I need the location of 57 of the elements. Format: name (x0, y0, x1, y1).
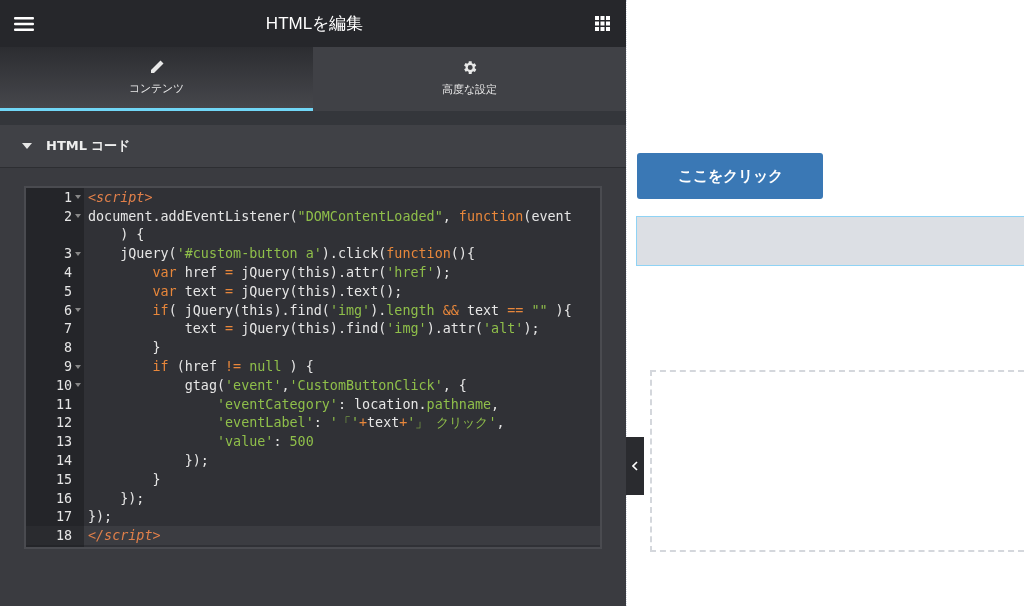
code-line: gtag('event','CustomButtonClick', { (183, 377, 467, 393)
fold-icon[interactable] (75, 364, 81, 369)
line-number: 16 (55, 490, 72, 506)
menu-icon[interactable] (14, 15, 34, 32)
grid-icon[interactable] (595, 16, 610, 31)
code-line: </script> (87, 528, 161, 544)
click-button[interactable]: ここをクリック (637, 153, 823, 199)
section-header[interactable]: HTML コード (0, 125, 626, 168)
code-line: }); (183, 453, 209, 469)
code-line: document.addEventListener("DOMContentLoaded", function(event (87, 208, 572, 224)
code-line: 'eventLabel': '「'+text+'」 クリック', (216, 413, 505, 432)
code-line: var text = jQuery(this).text(); (151, 283, 403, 299)
code-line: <script> (87, 189, 153, 205)
code-line: } (151, 340, 161, 356)
code-line: if( jQuery(this).find('img').length && text == "" ){ (151, 302, 572, 318)
line-number: 4 (63, 265, 72, 281)
line-number: 13 (55, 434, 72, 450)
settings-icon (461, 58, 478, 76)
tab[interactable]: コンテンツ (0, 47, 313, 111)
line-number: 2 (63, 208, 72, 224)
fold-icon[interactable] (75, 308, 81, 313)
code-line: var href = jQuery(this).attr('href'); (151, 265, 451, 281)
line-number: 11 (55, 396, 72, 412)
code-line: 'eventCategory': location.pathname, (216, 396, 500, 412)
fold-icon[interactable] (75, 214, 81, 219)
code-line: jQuery('#custom-button a').click(function(){ (119, 246, 475, 262)
line-number: 14 (55, 453, 72, 469)
code-line: }); (87, 509, 113, 525)
pencil-icon (148, 59, 165, 75)
caret-icon (22, 143, 32, 149)
line-number: 8 (63, 340, 72, 356)
code-line: if (href != null ) { (151, 359, 314, 375)
code-editor[interactable] (24, 186, 602, 550)
code-line: 'value': 500 (216, 434, 314, 450)
fold-icon[interactable] (75, 383, 81, 388)
fold-icon[interactable] (75, 195, 81, 200)
collapse-panel-button[interactable] (626, 437, 644, 495)
line-number: 7 (63, 321, 72, 337)
code-line: ) { (119, 227, 145, 243)
fold-icon[interactable] (75, 251, 81, 256)
line-number: 6 (63, 302, 72, 318)
line-number: 10 (55, 377, 72, 393)
code-line: } (151, 471, 161, 487)
code-line: text = jQuery(this).find('img').attr('alt'); (183, 321, 540, 337)
line-number: 3 (63, 246, 72, 262)
line-number: 18 (55, 528, 72, 544)
line-number: 15 (55, 471, 72, 487)
line-number: 12 (55, 415, 72, 431)
section-title: HTML コード (46, 137, 131, 155)
chevron-left-icon (632, 461, 638, 471)
line-number: 5 (63, 283, 72, 299)
tab[interactable]: 高度な設定 (313, 47, 626, 111)
line-number: 9 (63, 359, 72, 375)
line-number: 1 (63, 189, 72, 205)
line-number: 17 (55, 509, 72, 525)
panel-title: HTMLを編集 (265, 13, 364, 35)
code-line: }); (119, 490, 145, 506)
